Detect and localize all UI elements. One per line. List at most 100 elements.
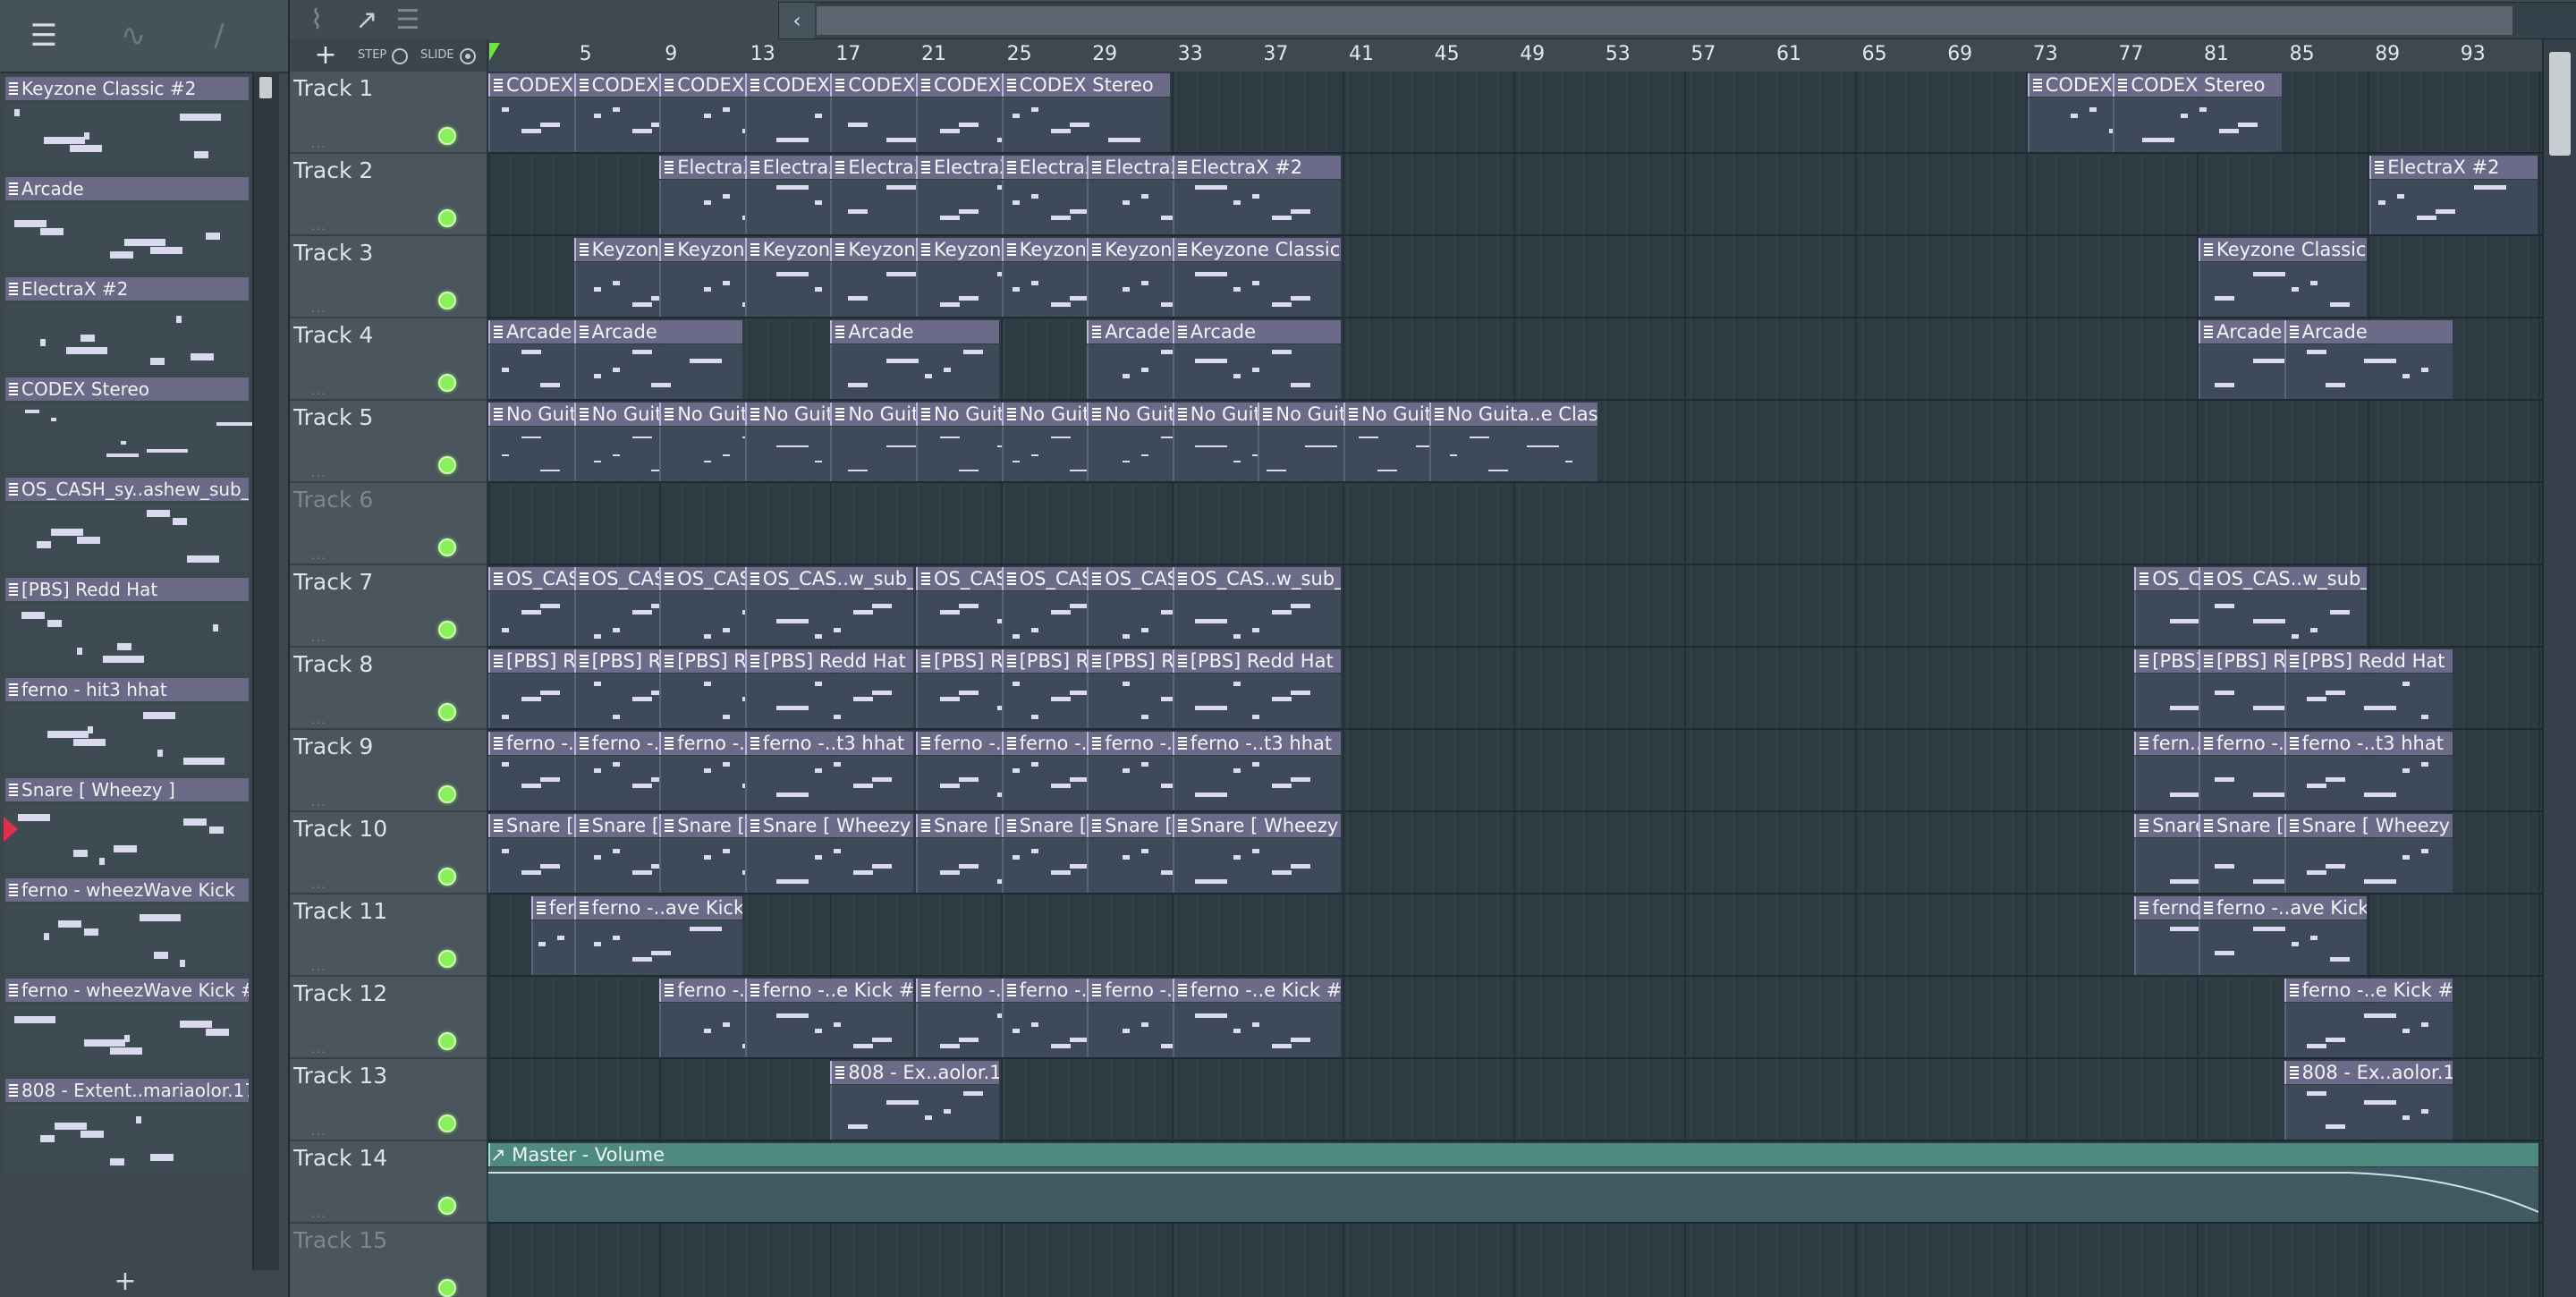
- clip-header[interactable]: Keyzone Classic #2: [2199, 238, 2368, 261]
- slide-toggle[interactable]: [460, 48, 476, 64]
- audio-wave-icon[interactable]: ∿: [111, 20, 156, 52]
- track-name[interactable]: Track 14: [293, 1145, 387, 1171]
- track-header[interactable]: Track 8...: [290, 648, 487, 730]
- pattern-clip[interactable]: ferno -..ave Kick: [573, 896, 743, 975]
- piano-roll-icon[interactable]: ☰: [388, 4, 428, 38]
- pattern-clip[interactable]: ferno -..t3 hhat: [2284, 732, 2453, 810]
- track-mute-led[interactable]: [438, 1279, 456, 1297]
- song-overview[interactable]: [817, 6, 2512, 35]
- track-header[interactable]: Track 13...: [290, 1059, 487, 1141]
- track-grip-icon[interactable]: ...: [311, 1208, 326, 1220]
- vertical-scrollbar[interactable]: [2542, 39, 2576, 1297]
- pattern-clip[interactable]: ferno -..e Kick #3: [2284, 979, 2453, 1057]
- track-grip-icon[interactable]: ...: [311, 220, 326, 233]
- clip-header[interactable]: No Guita..e Classic: [1428, 403, 1597, 426]
- track-mute-led[interactable]: [438, 292, 456, 309]
- clip-header[interactable]: Snare [ Wheezy ]: [1172, 814, 1341, 837]
- track-header[interactable]: Track 4...: [290, 318, 487, 401]
- clip-header[interactable]: ferno -..e Kick #3: [1172, 979, 1341, 1002]
- track-mute-led[interactable]: [438, 621, 456, 639]
- piano-roll-icon[interactable]: ☰: [21, 20, 66, 52]
- track-grip-icon[interactable]: ...: [311, 549, 326, 562]
- pattern-clip[interactable]: Arcade: [573, 320, 743, 399]
- pattern-clip[interactable]: OS_CAS..w_sub_C: [744, 567, 914, 646]
- pattern-clip[interactable]: CODEX Stereo: [1001, 73, 1171, 152]
- track-header[interactable]: Track 6...: [290, 483, 487, 565]
- track-mute-led[interactable]: [438, 209, 456, 227]
- vertical-scrollbar-thumb[interactable]: [2549, 52, 2571, 156]
- track-header[interactable]: Track 9...: [290, 730, 487, 812]
- track-grip-icon[interactable]: ...: [311, 467, 326, 479]
- track-name[interactable]: Track 11: [293, 898, 387, 924]
- pattern-item[interactable]: ferno - hit3 hhat: [5, 678, 249, 773]
- pattern-clip[interactable]: Arcade: [1172, 320, 1342, 399]
- track-mute-led[interactable]: [438, 538, 456, 556]
- track-grip-icon[interactable]: ...: [311, 1125, 326, 1138]
- track-grip-icon[interactable]: ...: [311, 796, 326, 809]
- track-mute-led[interactable]: [438, 456, 456, 474]
- pattern-item[interactable]: OS_CASH_sy..ashew_sub_C: [5, 478, 249, 572]
- track-grip-icon[interactable]: ...: [311, 302, 326, 315]
- playlist-grid[interactable]: CODEX StereoCODEX StereoCODEX StereoCODE…: [488, 72, 2542, 1297]
- pattern-clip[interactable]: OS_CAS..w_sub_C: [1172, 567, 1342, 646]
- clip-header[interactable]: CODEX Stereo: [1001, 73, 1170, 97]
- track-mute-led[interactable]: [438, 1197, 456, 1215]
- pattern-item[interactable]: ferno - wheezWave Kick #3: [5, 979, 249, 1073]
- track-grip-icon[interactable]: ...: [311, 714, 326, 726]
- track-mute-led[interactable]: [438, 950, 456, 968]
- track-name[interactable]: Track 7: [293, 569, 373, 595]
- pattern-clip[interactable]: Snare [ Wheezy ]: [1172, 814, 1342, 893]
- clip-header[interactable]: ferno -..t3 hhat: [2284, 732, 2453, 755]
- track-name[interactable]: Track 3: [293, 240, 373, 266]
- track-name[interactable]: Track 1: [293, 75, 373, 101]
- pattern-item[interactable]: CODEX Stereo: [5, 377, 258, 472]
- pattern-clip[interactable]: [PBS] Redd Hat: [2284, 649, 2453, 728]
- track-grip-icon[interactable]: ...: [311, 878, 326, 891]
- pattern-name[interactable]: ferno - wheezWave Kick: [5, 878, 249, 902]
- clip-header[interactable]: ElectraX #2: [2369, 156, 2538, 179]
- pattern-item[interactable]: Snare [ Wheezy ]: [5, 778, 249, 873]
- clip-header[interactable]: ferno -..e Kick #3: [2284, 979, 2453, 1002]
- pattern-clip[interactable]: ferno -..ave Kick: [2199, 896, 2368, 975]
- pattern-item[interactable]: [PBS] Redd Hat: [5, 578, 249, 673]
- track-mute-led[interactable]: [438, 785, 456, 803]
- clip-header[interactable]: OS_CAS..w_sub_C: [2199, 567, 2368, 590]
- clip-header[interactable]: Keyzone Classic #2: [1172, 238, 1341, 261]
- track-name[interactable]: Track 10: [293, 816, 387, 842]
- track-grip-icon[interactable]: ...: [311, 138, 326, 150]
- track-mute-led[interactable]: [438, 127, 456, 145]
- clip-header[interactable]: Snare [ Wheezy ]: [744, 814, 913, 837]
- clip-header[interactable]: ferno -..e Kick #3: [744, 979, 913, 1002]
- clip-header[interactable]: Snare [ Wheezy ]: [2284, 814, 2453, 837]
- clip-header[interactable]: [PBS] Redd Hat: [2284, 649, 2453, 673]
- pattern-clip[interactable]: Arcade: [2284, 320, 2453, 399]
- audio-wave-icon[interactable]: ⌇: [297, 4, 336, 38]
- pattern-item[interactable]: Keyzone Classic #2: [5, 77, 249, 172]
- pattern-clip[interactable]: No Guita..e Classic: [1428, 403, 1598, 481]
- timeline-ruler[interactable]: 5 9 13 17 21 25 29 33 37 41 45 49 53 57 61 65 69 73 77 81 85…: [488, 39, 2542, 72]
- pattern-item[interactable]: ferno - wheezWave Kick: [5, 878, 249, 973]
- automation-icon[interactable]: ∕: [197, 20, 242, 52]
- clip-header[interactable]: ferno -..t3 hhat: [744, 732, 913, 755]
- pattern-name[interactable]: Keyzone Classic #2: [5, 77, 249, 100]
- pattern-clip[interactable]: [PBS] Redd Hat: [1172, 649, 1342, 728]
- automation-clip[interactable]: ↗ Master - Volume: [488, 1143, 2539, 1222]
- automation-header[interactable]: ↗ Master - Volume: [488, 1143, 2538, 1166]
- clip-header[interactable]: 808 - Ex..aolor.17: [830, 1061, 999, 1084]
- pattern-clip[interactable]: Keyzone Classic #2: [2199, 238, 2368, 317]
- track-mute-led[interactable]: [438, 1032, 456, 1050]
- pattern-clip[interactable]: OS_CAS..w_sub_C: [2199, 567, 2368, 646]
- track-name[interactable]: Track 2: [293, 157, 373, 183]
- clip-header[interactable]: ferno -..ave Kick: [573, 896, 742, 920]
- track-header[interactable]: Track 14...: [290, 1141, 487, 1224]
- track-header[interactable]: Track 1...: [290, 72, 487, 154]
- pattern-item[interactable]: Arcade: [5, 177, 249, 272]
- pattern-clip[interactable]: ElectraX #2: [2369, 156, 2538, 234]
- track-header[interactable]: Track 10...: [290, 812, 487, 894]
- clip-header[interactable]: ferno -..t3 hhat: [1172, 732, 1341, 755]
- automation-icon[interactable]: ↗: [347, 4, 386, 38]
- track-grip-icon[interactable]: ...: [311, 632, 326, 644]
- pattern-item[interactable]: ElectraX #2: [5, 277, 249, 372]
- track-header[interactable]: Track 5...: [290, 401, 487, 483]
- track-grip-icon[interactable]: ...: [311, 1290, 326, 1297]
